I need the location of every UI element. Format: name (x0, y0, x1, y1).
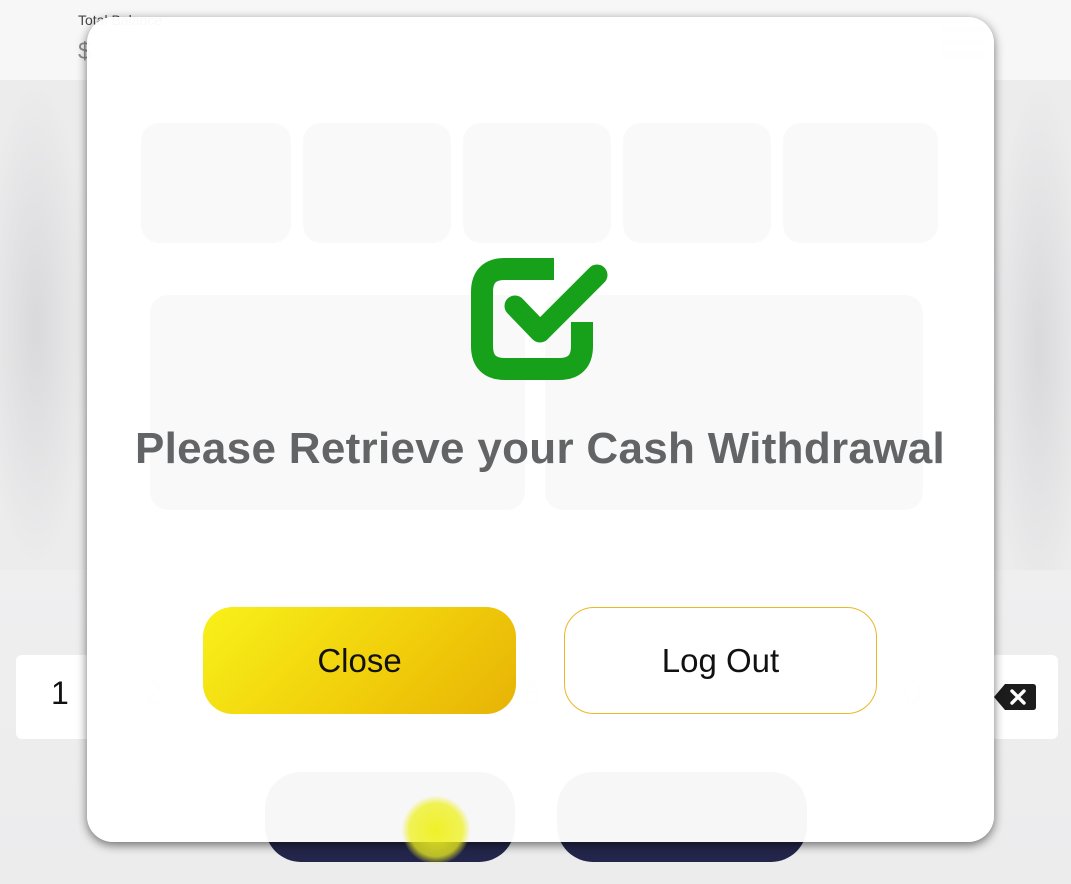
ghost-tile (141, 123, 291, 243)
ghost-tile (623, 123, 771, 243)
touch-indicator (402, 796, 470, 864)
ghost-tile (303, 123, 451, 243)
withdrawal-message: Please Retrieve your Cash Withdrawal (134, 424, 946, 473)
key-1[interactable]: 1 (51, 675, 69, 712)
background-art-left (0, 80, 90, 570)
atm-screen: Total Balance $ 1 2 3 4 5 6 7 8 9 0 Plea… (0, 0, 1071, 884)
background-art-right (991, 80, 1071, 570)
check-square-icon (471, 258, 608, 380)
backspace-icon[interactable] (993, 683, 1037, 711)
close-button[interactable]: Close (203, 607, 516, 714)
log-out-button[interactable]: Log Out (564, 607, 877, 714)
ghost-tile (463, 123, 611, 243)
ghost-tile (783, 123, 938, 243)
